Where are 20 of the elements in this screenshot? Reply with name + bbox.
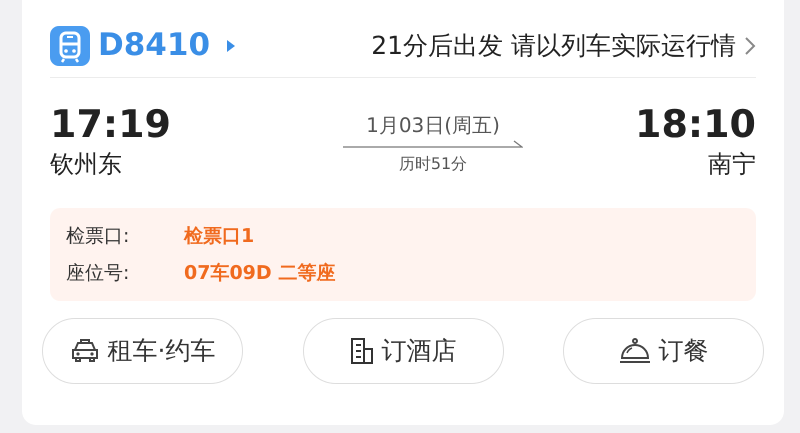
action-button[interactable]: 订酒店 xyxy=(302,318,504,384)
cloche-icon xyxy=(618,337,650,365)
action-button[interactable]: 租车·约车 xyxy=(42,318,243,384)
arrival-time: 18:10 xyxy=(635,104,756,146)
arrival-station: 南宁 xyxy=(707,148,756,180)
train-icon xyxy=(50,26,90,66)
action-button[interactable]: 订餐 xyxy=(563,318,764,384)
departure-station: 钦州东 xyxy=(50,148,123,180)
caret-icon[interactable] xyxy=(226,38,236,52)
travel-duration: 历时51分 xyxy=(398,153,468,175)
detail-label: 检票口: xyxy=(66,224,130,249)
chevron-icon[interactable] xyxy=(744,36,756,56)
detail-value: 07车09D 二等座 xyxy=(184,260,336,286)
building-icon xyxy=(350,337,374,365)
detail-value: 检票口1 xyxy=(184,224,254,249)
travel-date: 1月03日(周五) xyxy=(366,112,500,139)
car-icon xyxy=(70,338,100,364)
departure-time: 17:19 xyxy=(50,104,171,146)
departure-notice[interactable]: 21分后出发 请以列车实际运行情 xyxy=(371,26,736,64)
detail-label: 座位号: xyxy=(66,260,130,286)
